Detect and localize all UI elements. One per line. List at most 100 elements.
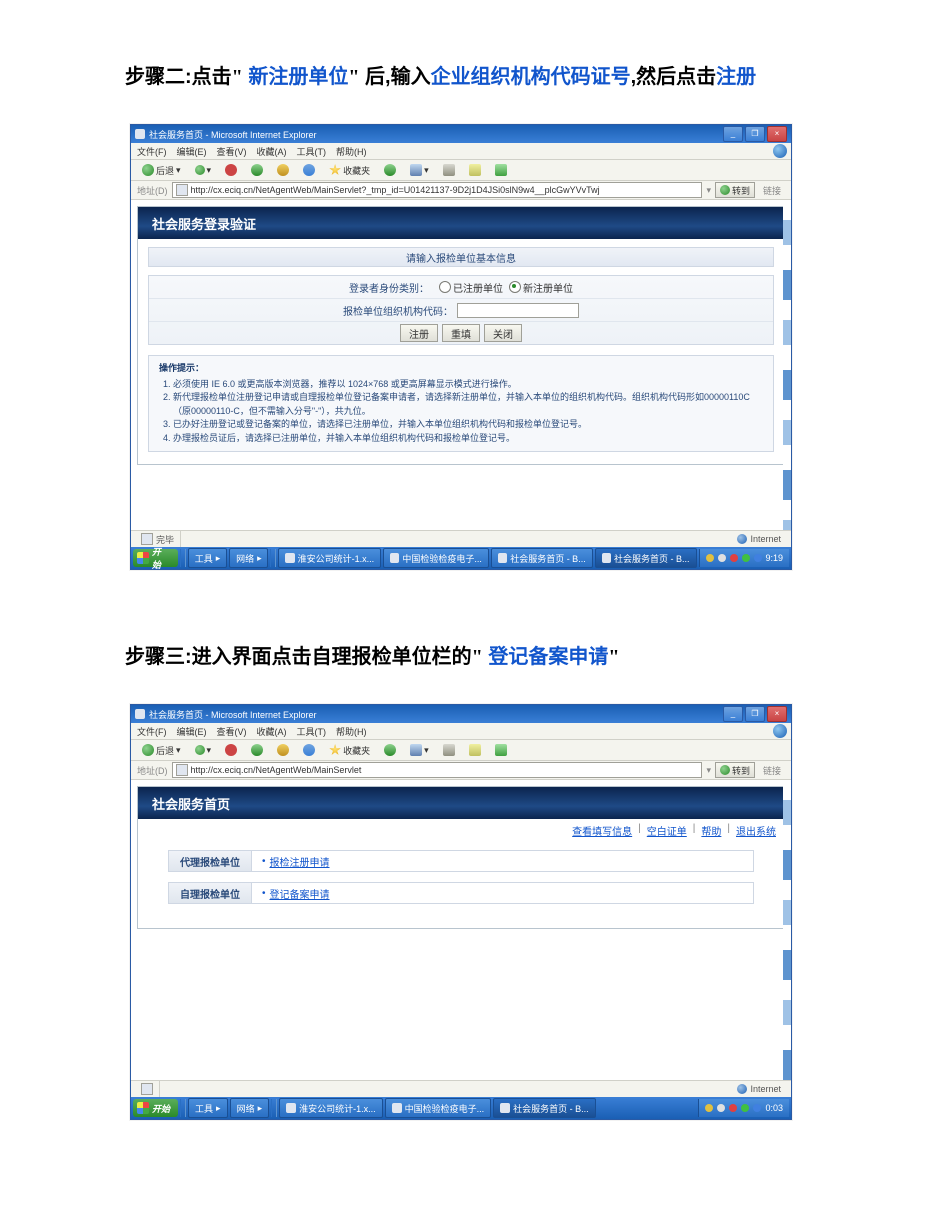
taskbar-group-network[interactable]: 网络 ▸ bbox=[230, 1098, 270, 1118]
address-input[interactable]: http://cx.eciq.cn/NetAgentWeb/MainServle… bbox=[172, 182, 703, 198]
status-bar: 完毕 Internet bbox=[131, 530, 791, 547]
radio-new-unit-label[interactable]: 新注册单位 bbox=[523, 280, 573, 295]
history-button[interactable] bbox=[379, 161, 401, 179]
taskbar-task[interactable]: 社会服务首页 - B... bbox=[491, 548, 593, 568]
go-button[interactable]: 转到 bbox=[715, 182, 755, 198]
messenger-button[interactable] bbox=[490, 741, 512, 759]
home-button[interactable] bbox=[272, 741, 294, 759]
minimize-button[interactable]: _ bbox=[723, 706, 743, 722]
agent-register-link[interactable]: 报检注册申请 bbox=[270, 854, 330, 869]
status-left bbox=[135, 1081, 160, 1097]
org-code-row: 报检单位组织机构代码： bbox=[149, 299, 773, 322]
radio-registered[interactable] bbox=[439, 281, 451, 293]
registration-apply-link[interactable]: 登记备案申请 bbox=[270, 886, 330, 901]
search-button[interactable] bbox=[298, 161, 320, 179]
maximize-button[interactable]: ❐ bbox=[745, 126, 765, 142]
print-button[interactable] bbox=[438, 161, 460, 179]
back-button[interactable]: 后退 ▾ bbox=[137, 161, 186, 179]
quote-close: " bbox=[608, 646, 619, 668]
stop-button[interactable] bbox=[220, 741, 242, 759]
tray-icon[interactable] bbox=[730, 554, 738, 562]
mail-icon bbox=[410, 164, 422, 176]
refresh-button[interactable] bbox=[246, 161, 268, 179]
menu-favorites[interactable]: 收藏(A) bbox=[257, 725, 287, 738]
tray-icon[interactable] bbox=[754, 554, 762, 562]
link-help[interactable]: 帮助 bbox=[701, 823, 721, 838]
tray-icon[interactable] bbox=[717, 1104, 725, 1112]
links-label[interactable]: 链接 bbox=[759, 764, 785, 777]
maximize-button[interactable]: ❐ bbox=[745, 706, 765, 722]
menu-tools[interactable]: 工具(T) bbox=[297, 145, 327, 158]
messenger-button[interactable] bbox=[490, 161, 512, 179]
links-label[interactable]: 链接 bbox=[759, 184, 785, 197]
ie-icon bbox=[602, 553, 611, 563]
address-label: 地址(D) bbox=[137, 184, 168, 197]
history-button[interactable] bbox=[379, 741, 401, 759]
taskbar-task-active[interactable]: 社会服务首页 - B... bbox=[493, 1098, 596, 1118]
tray-icon[interactable] bbox=[753, 1104, 761, 1112]
start-button[interactable]: 开始 bbox=[133, 1099, 178, 1117]
radio-new-unit[interactable] bbox=[509, 281, 521, 293]
forward-button[interactable]: ▾ bbox=[190, 161, 217, 179]
org-code-input[interactable] bbox=[457, 303, 579, 318]
taskbar-group-tools[interactable]: 工具 ▸ bbox=[188, 1098, 228, 1118]
address-input[interactable]: http://cx.eciq.cn/NetAgentWeb/MainServle… bbox=[172, 762, 703, 778]
go-button[interactable]: 转到 bbox=[715, 762, 755, 778]
close-button[interactable]: × bbox=[767, 126, 787, 142]
menu-file[interactable]: 文件(F) bbox=[137, 145, 167, 158]
favorites-button[interactable]: 收藏夹 bbox=[324, 741, 375, 759]
tray-icon[interactable] bbox=[741, 1104, 749, 1112]
link-logout[interactable]: 退出系统 bbox=[736, 823, 776, 838]
forward-button[interactable]: ▾ bbox=[190, 741, 217, 759]
menu-edit[interactable]: 编辑(E) bbox=[177, 725, 207, 738]
menu-file[interactable]: 文件(F) bbox=[137, 725, 167, 738]
taskbar-task-active[interactable]: 社会服务首页 - B... bbox=[595, 548, 697, 568]
search-button[interactable] bbox=[298, 741, 320, 759]
reset-button[interactable]: 重填 bbox=[442, 324, 480, 342]
menu-view[interactable]: 查看(V) bbox=[217, 725, 247, 738]
favorites-button[interactable]: 收藏夹 bbox=[324, 161, 375, 179]
mail-icon bbox=[410, 744, 422, 756]
link-view-info[interactable]: 查看填写信息 bbox=[572, 823, 632, 838]
link-blank-cert[interactable]: 空白证单 bbox=[647, 823, 687, 838]
close-form-button[interactable]: 关闭 bbox=[484, 324, 522, 342]
menu-edit[interactable]: 编辑(E) bbox=[177, 145, 207, 158]
menu-view[interactable]: 查看(V) bbox=[217, 145, 247, 158]
self-unit-content: • 登记备案申请 bbox=[252, 882, 754, 904]
tray-icon[interactable] bbox=[742, 554, 750, 562]
tray-icon[interactable] bbox=[718, 554, 726, 562]
edit-button[interactable] bbox=[464, 741, 486, 759]
tray-icon[interactable] bbox=[706, 554, 714, 562]
close-button[interactable]: × bbox=[767, 706, 787, 722]
stop-icon bbox=[225, 744, 237, 756]
radio-registered-label[interactable]: 已注册单位 bbox=[453, 280, 503, 295]
refresh-button[interactable] bbox=[246, 741, 268, 759]
step2-mid1: 后,输入 bbox=[365, 66, 431, 88]
mail-button[interactable]: ▾ bbox=[405, 741, 434, 759]
tray-icon[interactable] bbox=[729, 1104, 737, 1112]
tray-icon[interactable] bbox=[705, 1104, 713, 1112]
taskbar-task[interactable]: 淮安公司统计-1.x... bbox=[278, 548, 381, 568]
mail-button[interactable]: ▾ bbox=[405, 161, 434, 179]
ie-icon bbox=[498, 553, 507, 563]
print-button[interactable] bbox=[438, 741, 460, 759]
taskbar-group-tools[interactable]: 工具 ▸ bbox=[188, 548, 227, 568]
menu-tools[interactable]: 工具(T) bbox=[297, 725, 327, 738]
home-button[interactable] bbox=[272, 161, 294, 179]
menu-favorites[interactable]: 收藏(A) bbox=[257, 145, 287, 158]
taskbar-task[interactable]: 中国检验检疫电子... bbox=[385, 1098, 492, 1118]
stop-button[interactable] bbox=[220, 161, 242, 179]
taskbar-task[interactable]: 淮安公司统计-1.x... bbox=[279, 1098, 383, 1118]
register-button[interactable]: 注册 bbox=[400, 324, 438, 342]
menu-help[interactable]: 帮助(H) bbox=[336, 145, 367, 158]
back-button[interactable]: 后退 ▾ bbox=[137, 741, 186, 759]
menu-help[interactable]: 帮助(H) bbox=[336, 725, 367, 738]
window-title: 社会服务首页 - Microsoft Internet Explorer bbox=[149, 128, 723, 141]
edit-button[interactable] bbox=[464, 161, 486, 179]
ie-logo-icon bbox=[773, 144, 787, 158]
minimize-button[interactable]: _ bbox=[723, 126, 743, 142]
address-bar: 地址(D) http://cx.eciq.cn/NetAgentWeb/Main… bbox=[131, 761, 791, 780]
taskbar-group-network[interactable]: 网络 ▸ bbox=[229, 548, 268, 568]
start-button[interactable]: 开始 bbox=[133, 549, 178, 567]
taskbar-task[interactable]: 中国检验检疫电子... bbox=[383, 548, 489, 568]
